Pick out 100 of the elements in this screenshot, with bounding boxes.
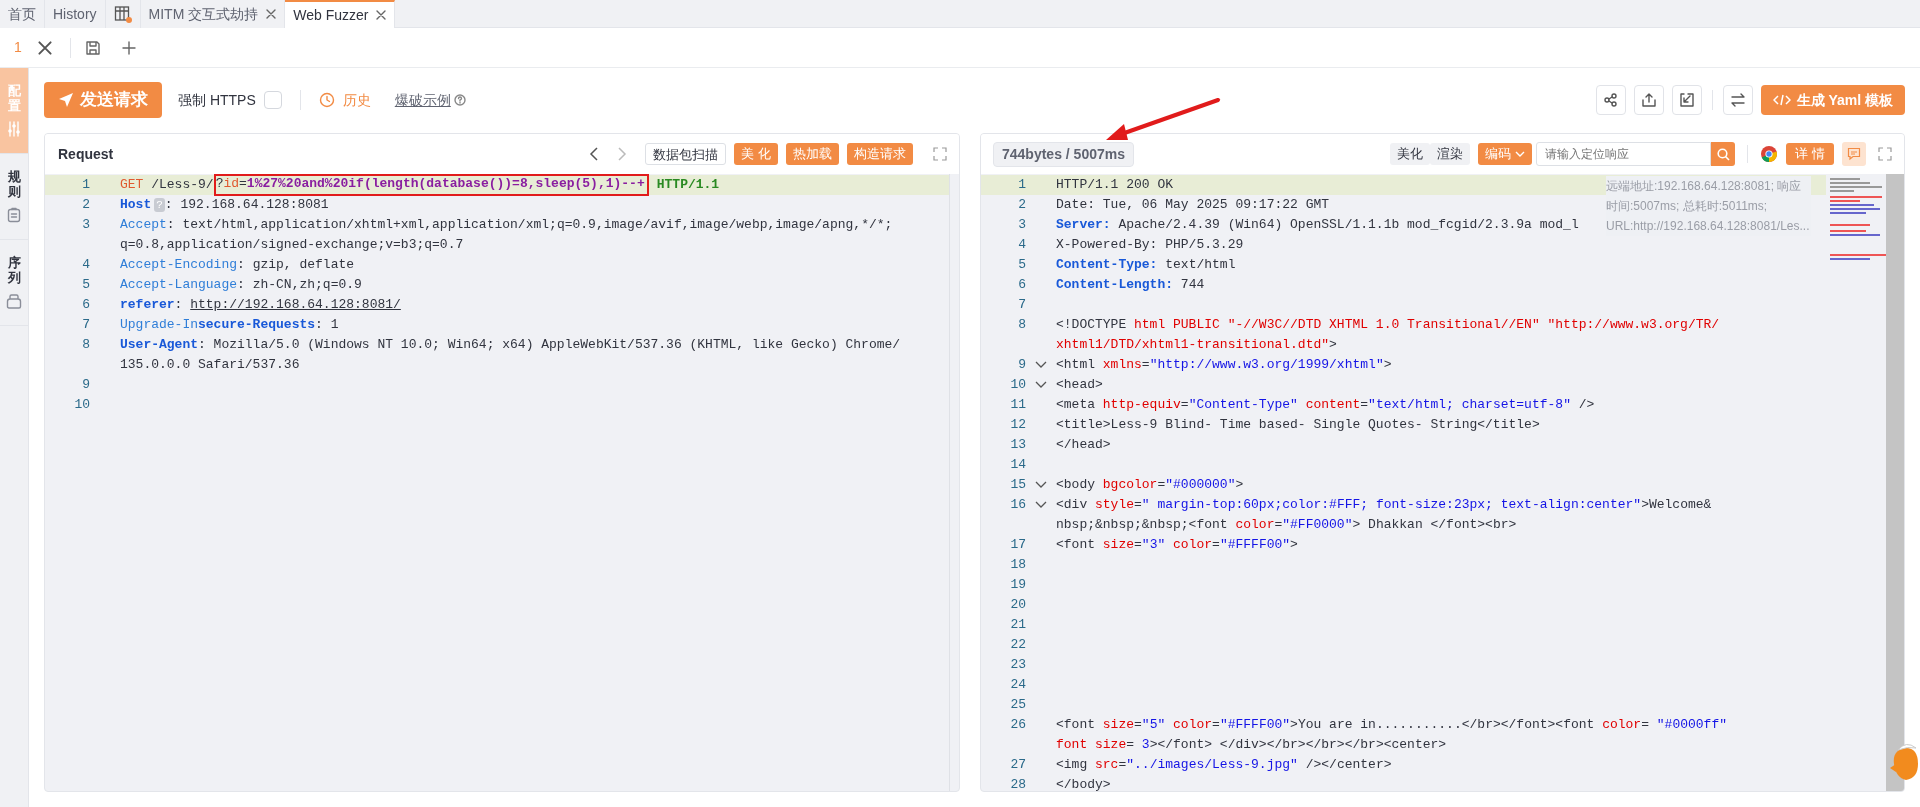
toolbar-button[interactable]: 美化 bbox=[1390, 143, 1431, 165]
line-number: 2 bbox=[1017, 196, 1026, 214]
line-number: 26 bbox=[1009, 716, 1026, 734]
line-number: 23 bbox=[1009, 656, 1026, 674]
previous-icon[interactable] bbox=[589, 147, 600, 161]
line-number: 8 bbox=[81, 336, 90, 354]
line-number: 4 bbox=[81, 256, 90, 274]
share-icon bbox=[1602, 92, 1619, 108]
line-number: 18 bbox=[1009, 556, 1026, 574]
code-text: HTTP/1.1 bbox=[656, 176, 720, 194]
help-icon[interactable] bbox=[453, 94, 466, 106]
close-icon[interactable] bbox=[37, 40, 52, 55]
swap-button[interactable] bbox=[1722, 85, 1753, 115]
line-number: 14 bbox=[1009, 456, 1026, 474]
code-text: <head> bbox=[1056, 376, 1103, 394]
search-button[interactable] bbox=[1711, 142, 1736, 166]
chat-icon bbox=[1847, 147, 1861, 161]
line-number: 12 bbox=[1009, 416, 1026, 434]
highlighted-query: ?id=1%27%20and%20if(length(database())=8,sleep(5),1)--+ bbox=[213, 174, 649, 196]
tab[interactable]: History bbox=[45, 0, 106, 28]
code-text: referer: bbox=[120, 296, 184, 314]
code-text: </head> bbox=[1056, 436, 1111, 454]
table-icon[interactable] bbox=[113, 5, 132, 23]
caret-icon bbox=[1515, 151, 1526, 157]
import-icon bbox=[1678, 92, 1695, 108]
sidebar-item[interactable]: 序列 bbox=[0, 240, 28, 326]
tab[interactable] bbox=[105, 0, 141, 28]
code-text: Accept-Language: zh-CN,zh;q=0.9 bbox=[120, 276, 362, 294]
line-number: 1 bbox=[81, 176, 90, 194]
line-number: 21 bbox=[1009, 616, 1026, 634]
panel-title: Request bbox=[57, 144, 114, 164]
tab[interactable]: 首页 bbox=[0, 0, 45, 28]
plus-icon[interactable] bbox=[120, 39, 137, 56]
line-number: 25 bbox=[1009, 696, 1026, 714]
save-icon[interactable] bbox=[84, 39, 101, 56]
line-number: 27 bbox=[1009, 756, 1026, 774]
fold-icon[interactable] bbox=[1035, 481, 1047, 489]
code-text: Upgrade-Insecure-Requests: 1 bbox=[120, 316, 339, 334]
line-number: 6 bbox=[1017, 276, 1026, 294]
https-label: 强制 HTTPS bbox=[178, 90, 256, 110]
https-checkbox[interactable] bbox=[263, 91, 282, 109]
line-number: 17 bbox=[1009, 536, 1026, 554]
tab[interactable]: Web Fuzzer bbox=[285, 0, 396, 28]
sliders-icon bbox=[6, 120, 22, 137]
import-button[interactable] bbox=[1671, 85, 1702, 115]
tab[interactable]: MITM 交互式劫持 bbox=[140, 0, 286, 28]
hint-badge: ? bbox=[154, 198, 165, 212]
line-number: 4 bbox=[1017, 236, 1026, 254]
line-number: 20 bbox=[1009, 596, 1026, 614]
code-text: <body bgcolor="#000000"> bbox=[1056, 476, 1244, 494]
code-text: <div style=" margin-top:60px;color:#FFF; font-size:23px; text-align:center">Welcome& bbox=[1056, 496, 1712, 514]
line-number: 5 bbox=[81, 276, 90, 294]
close-icon[interactable] bbox=[376, 10, 387, 20]
code-text: Content-Length: 744 bbox=[1056, 276, 1205, 294]
code-text: User-Agent: Mozilla/5.0 (Windows NT 10.0; Win64; x64) AppleWebKit/537.36 (KHTML, like Gecko) Chrome/ bbox=[120, 336, 901, 354]
code-text: <img src="../images/Less-9.jpg" /></center> bbox=[1056, 756, 1392, 774]
code-text: </body> bbox=[1056, 776, 1111, 791]
code-text: <!DOCTYPE html PUBLIC "-//W3C//DTD XHTML 1.0 Transitional//EN" "http://www.w3.org/TR/ bbox=[1056, 316, 1720, 334]
line-number: 9 bbox=[81, 376, 90, 394]
clipboard-icon bbox=[6, 206, 22, 223]
line-number: 2 bbox=[81, 196, 90, 214]
line-number: 6 bbox=[81, 296, 90, 314]
close-icon[interactable] bbox=[266, 9, 277, 19]
code-text: <html xmlns="http://www.w3.org/1999/xhtml"> bbox=[1056, 356, 1392, 374]
response-stats: 744bytes / 5007ms bbox=[993, 141, 1134, 167]
line-number: 7 bbox=[1017, 296, 1026, 314]
code-link[interactable]: http://192.168.64.128:8081/ bbox=[190, 295, 401, 315]
upload-button[interactable] bbox=[1633, 85, 1664, 115]
toolbar-button[interactable]: 渲染 bbox=[1430, 143, 1471, 165]
search-icon bbox=[1716, 147, 1730, 161]
code-text: 135.0.0.0 Safari/537.36 bbox=[120, 356, 300, 374]
line-number: 10 bbox=[73, 396, 90, 414]
fold-icon[interactable] bbox=[1035, 381, 1047, 389]
line-number: 3 bbox=[1017, 216, 1026, 234]
code-text: q=0.8,application/signed-exchange;v=b3;q=0.7 bbox=[120, 236, 464, 254]
code-text: Date: Tue, 06 May 2025 09:17:22 GMT bbox=[1056, 196, 1330, 214]
example-link[interactable]: 爆破示例 bbox=[394, 89, 451, 111]
code-text: <font size="5" color="#FFFF00">You are in...........</br></font><font color= "#0000ff" bbox=[1056, 716, 1727, 734]
line-number: 11 bbox=[1009, 396, 1026, 414]
line-number: 16 bbox=[1009, 496, 1026, 514]
line-number: 22 bbox=[1009, 636, 1026, 654]
sidebar-item[interactable]: 规则 bbox=[0, 154, 28, 240]
stack-icon bbox=[6, 292, 22, 309]
code-text: <font size="3" color="#FFFF00"> bbox=[1056, 536, 1298, 554]
code-text: Content-Type: text/html bbox=[1056, 256, 1236, 274]
code-text: Accept-Encoding: gzip, deflate bbox=[120, 256, 355, 274]
fold-icon[interactable] bbox=[1035, 501, 1047, 509]
search-field[interactable]: 请输入定位响应 bbox=[1536, 142, 1712, 166]
code-text: Host bbox=[120, 196, 152, 214]
swap-icon bbox=[1729, 92, 1746, 108]
browser-icon[interactable] bbox=[1760, 145, 1779, 163]
fold-icon[interactable] bbox=[1035, 361, 1047, 369]
code-text: Accept: text/html,application/xhtml+xml,application/xml;q=0.9,image/avif,image/webp,image/apng,*/*; bbox=[120, 216, 893, 234]
code-text: <meta http-equiv="Content-Type" content="text/html; charset=utf-8" /> bbox=[1056, 396, 1595, 414]
scrollbar[interactable] bbox=[1886, 174, 1904, 791]
line-number: 3 bbox=[81, 216, 90, 234]
share-button[interactable] bbox=[1595, 85, 1626, 115]
code-text: nbsp;&nbsp;&nbsp;<font color="#FF0000"> Dhakkan </font><br> bbox=[1056, 516, 1517, 534]
toolbar-button[interactable]: 数据包扫描 bbox=[645, 143, 727, 165]
line-number: 24 bbox=[1009, 676, 1026, 694]
